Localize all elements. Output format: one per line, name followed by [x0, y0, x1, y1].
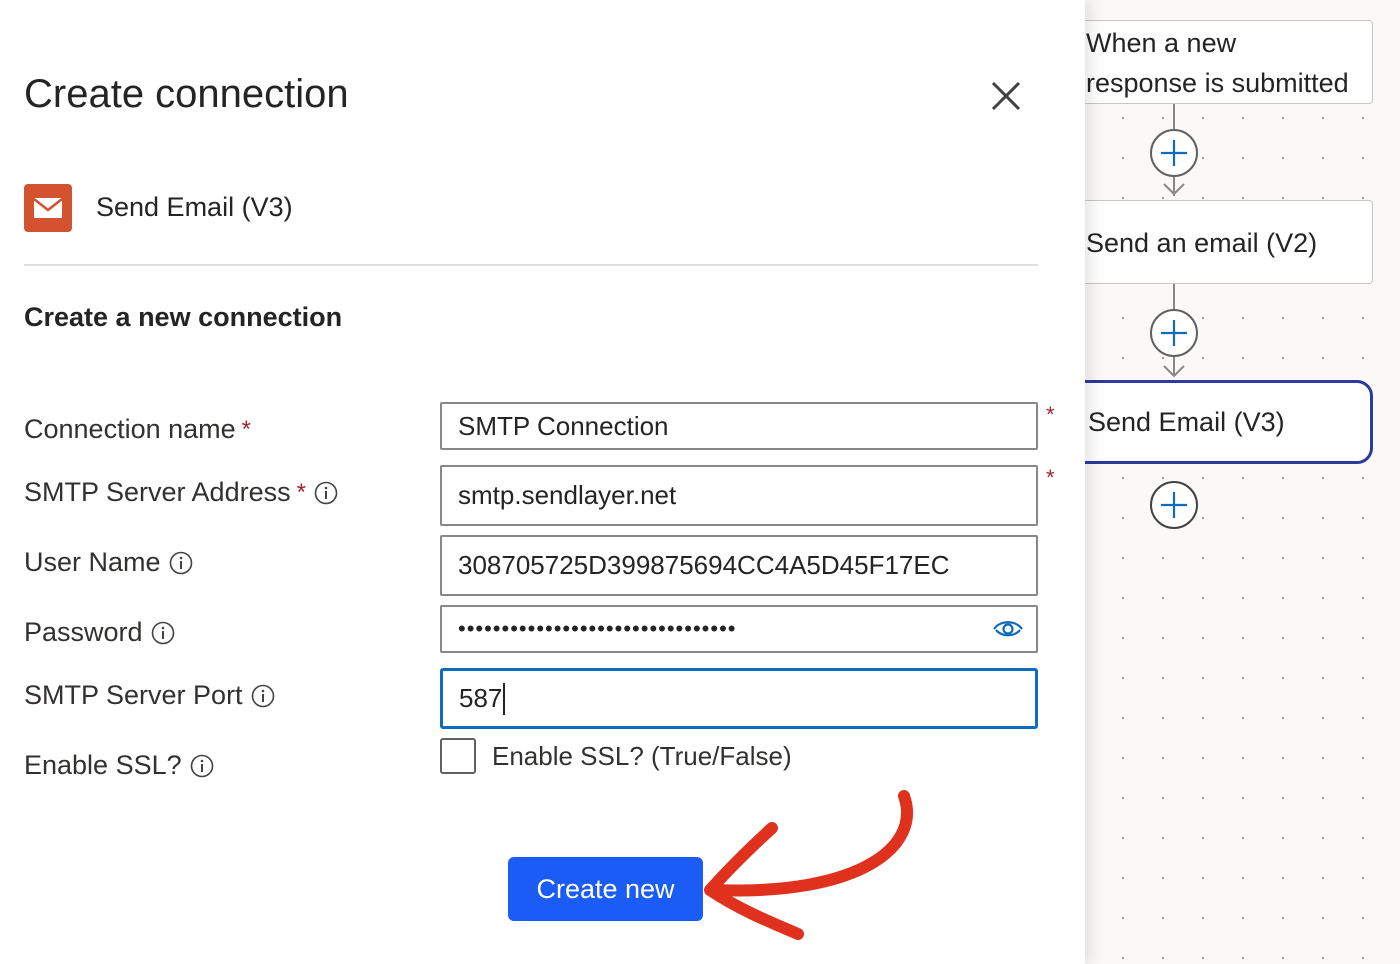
close-icon [991, 81, 1021, 111]
flow-step-title: Send Email (V3) [1088, 407, 1285, 437]
info-icon[interactable] [169, 551, 193, 575]
required-marker: * [1046, 402, 1055, 427]
flow-step-trigger[interactable]: When a new response is submitted [1085, 20, 1373, 104]
required-marker: * [241, 415, 251, 443]
connection-name-label: Connection name * [24, 414, 251, 444]
plus-icon[interactable] [1149, 128, 1199, 178]
connector-name: Send Email (V3) [96, 192, 293, 222]
info-icon[interactable] [151, 621, 175, 645]
connection-name-input[interactable]: SMTP Connection [440, 402, 1038, 450]
arrow-down-icon [1163, 365, 1185, 378]
required-marker: * [296, 478, 306, 506]
info-icon[interactable] [190, 754, 214, 778]
plus-icon[interactable] [1149, 480, 1199, 530]
smtp-server-address-label: SMTP Server Address * [24, 477, 338, 508]
flow-step-title: Send an email (V2) [1086, 228, 1318, 258]
plus-icon[interactable] [1149, 308, 1199, 358]
user-name-input[interactable]: 308705725D399875694CC4A5D45F17EC [440, 535, 1038, 596]
required-marker: * [1046, 465, 1055, 490]
password-input[interactable]: •••••••••••••••••••••••••••••••• [440, 605, 1038, 653]
flow-step-title-line2: response is submitted [1086, 68, 1349, 98]
user-name-label: User Name [24, 547, 193, 578]
arrow-down-icon [1163, 183, 1185, 196]
info-icon[interactable] [314, 481, 338, 505]
smtp-server-address-input[interactable]: smtp.sendlayer.net [440, 465, 1038, 526]
flow-step-title-line1: When a new [1086, 28, 1237, 58]
eye-icon[interactable] [992, 618, 1024, 640]
flow-step-send-email-v3[interactable]: Send Email (V3) [1085, 380, 1373, 464]
close-button[interactable] [986, 76, 1026, 116]
curved-arrow [704, 790, 914, 940]
enable-ssl-checkbox-label[interactable]: Enable SSL? (True/False) [492, 741, 792, 772]
section-heading: Create a new connection [24, 302, 343, 332]
password-label: Password [24, 617, 175, 648]
create-new-button[interactable]: Create new [508, 857, 703, 921]
divider [24, 264, 1038, 266]
flow-canvas: When a new response is submitted Send an… [1085, 0, 1400, 964]
enable-ssl-label: Enable SSL? [24, 750, 214, 781]
dialog-title: Create connection [24, 72, 349, 116]
enable-ssl-checkbox[interactable] [440, 738, 476, 774]
smtp-server-port-label: SMTP Server Port [24, 680, 275, 711]
info-icon[interactable] [251, 684, 275, 708]
connector-logo [24, 184, 72, 232]
smtp-server-port-input[interactable]: 587 [440, 668, 1038, 729]
text-cursor [503, 682, 506, 715]
flow-step-send-email-v2[interactable]: Send an email (V2) [1085, 200, 1373, 284]
email-icon [33, 198, 63, 218]
